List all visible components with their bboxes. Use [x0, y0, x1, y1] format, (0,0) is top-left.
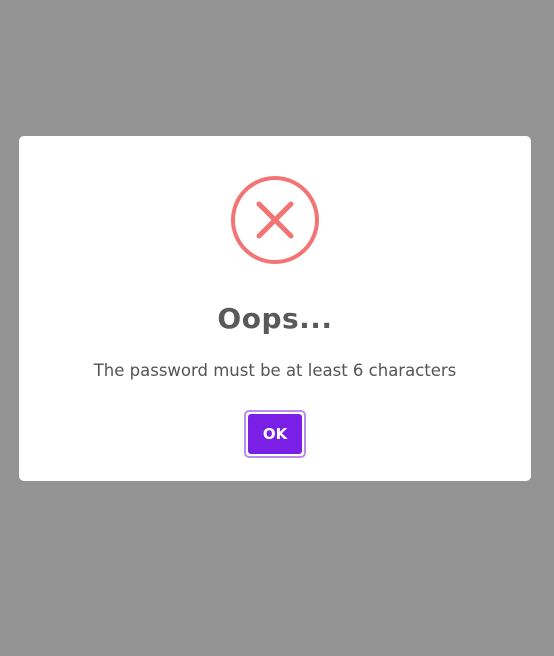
ok-button-label: OK	[248, 414, 302, 454]
error-dialog: Oops... The password must be at least 6 …	[19, 136, 531, 481]
error-x-icon	[230, 175, 320, 265]
dialog-message: The password must be at least 6 characte…	[93, 361, 457, 380]
ok-button[interactable]: OK	[244, 410, 306, 458]
dialog-title: Oops...	[217, 302, 333, 335]
